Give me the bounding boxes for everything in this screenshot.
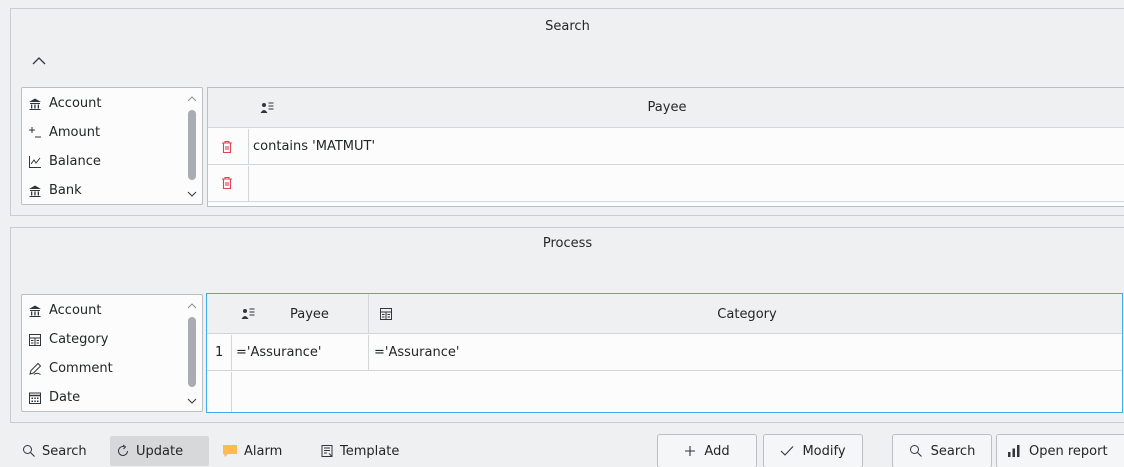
add-button[interactable]: Add bbox=[657, 434, 757, 467]
category-icon bbox=[28, 333, 42, 347]
list-scrollbar[interactable] bbox=[182, 88, 202, 204]
table-row: 1 ='Assurance' ='Assurance' bbox=[207, 335, 1122, 371]
scroll-down-icon[interactable] bbox=[187, 396, 197, 406]
template-icon bbox=[320, 444, 334, 458]
list-item-label: Amount bbox=[49, 125, 101, 140]
process-group-title: Process bbox=[542, 236, 593, 251]
list-item-balance[interactable]: Balance bbox=[22, 147, 202, 176]
open-report-button[interactable]: Open report bbox=[996, 434, 1124, 467]
table-row bbox=[207, 372, 1122, 412]
bank-icon bbox=[28, 97, 42, 111]
payee-cell[interactable] bbox=[231, 372, 1122, 412]
list-item-label: Comment bbox=[49, 361, 113, 376]
criteria-cell[interactable]: contains 'MATMUT' bbox=[248, 129, 1124, 164]
payee-icon bbox=[241, 307, 255, 321]
modify-button[interactable]: Modify bbox=[763, 434, 863, 467]
button-label: Modify bbox=[802, 443, 846, 459]
plus-minus-icon bbox=[28, 126, 42, 140]
button-label: Open report bbox=[1029, 443, 1108, 459]
scroll-down-icon[interactable] bbox=[187, 189, 197, 199]
column-header-category[interactable]: Category bbox=[370, 294, 1122, 334]
delete-trash-icon[interactable] bbox=[220, 176, 234, 190]
list-item-label: Balance bbox=[49, 154, 101, 169]
check-icon bbox=[780, 445, 794, 457]
scrollbar-handle[interactable] bbox=[188, 317, 196, 387]
tab-label: Update bbox=[136, 443, 184, 459]
plus-icon bbox=[684, 445, 696, 457]
criteria-cell[interactable] bbox=[248, 166, 1124, 201]
process-actions-table: Payee Category 1 ='Assurance' ='Assuranc… bbox=[206, 293, 1123, 413]
bar-chart-icon bbox=[1007, 444, 1021, 458]
process-field-list[interactable]: Account Category Comment Date bbox=[21, 294, 203, 412]
table-header: Payee bbox=[208, 88, 1124, 128]
table-header: Payee Category bbox=[207, 294, 1122, 334]
list-item-label: Date bbox=[49, 390, 81, 405]
delete-trash-icon[interactable] bbox=[220, 140, 234, 154]
column-header-payee[interactable]: Payee bbox=[208, 100, 1124, 115]
tab-label: Template bbox=[340, 443, 400, 459]
scrollbar-handle[interactable] bbox=[188, 110, 196, 180]
tab-template[interactable]: Template bbox=[314, 436, 405, 466]
search-group-title: Search bbox=[545, 19, 590, 34]
column-header-label: Payee bbox=[290, 306, 329, 322]
bottom-toolbar: Search Update Alarm Template Add Modify bbox=[0, 432, 1124, 467]
scroll-up-icon[interactable] bbox=[187, 94, 197, 104]
tab-update[interactable]: Update bbox=[110, 436, 209, 466]
list-scrollbar[interactable] bbox=[182, 295, 202, 411]
process-group: Process Account Category Comment Date Pa… bbox=[10, 227, 1124, 423]
list-item-label: Category bbox=[49, 332, 109, 347]
bank-icon bbox=[28, 184, 42, 198]
table-row: contains 'MATMUT' bbox=[208, 129, 1124, 165]
search-field-list[interactable]: Account Amount Balance Bank bbox=[21, 87, 203, 205]
list-item-comment[interactable]: Comment bbox=[22, 354, 202, 383]
search-icon bbox=[22, 444, 36, 458]
list-item-bank[interactable]: Bank bbox=[22, 176, 202, 204]
list-item-date[interactable]: Date bbox=[22, 383, 202, 411]
chart-line-icon bbox=[28, 155, 42, 169]
calendar-icon bbox=[28, 391, 42, 405]
list-item-account[interactable]: Account bbox=[22, 89, 202, 118]
list-item-amount[interactable]: Amount bbox=[22, 118, 202, 147]
tab-alarm[interactable]: Alarm bbox=[216, 436, 288, 466]
list-item-label: Bank bbox=[49, 183, 82, 198]
payee-cell[interactable]: ='Assurance' bbox=[231, 335, 369, 370]
list-item-label: Account bbox=[49, 303, 102, 318]
row-number: 1 bbox=[215, 345, 224, 360]
list-item-label: Account bbox=[49, 96, 102, 111]
search-criteria-table: Payee contains 'MATMUT' bbox=[207, 87, 1124, 207]
button-label: Add bbox=[704, 443, 730, 459]
column-header-payee[interactable]: Payee bbox=[231, 294, 369, 334]
search-group: Search Account Amount Balance Bank Payee… bbox=[10, 8, 1124, 216]
scroll-up-icon[interactable] bbox=[187, 301, 197, 311]
button-label: Search bbox=[930, 443, 976, 459]
table-row bbox=[208, 166, 1124, 202]
search-button[interactable]: Search bbox=[892, 434, 992, 467]
category-cell[interactable]: ='Assurance' bbox=[370, 335, 1122, 370]
column-header-label: Category bbox=[717, 306, 777, 322]
collapse-chevron-up-icon[interactable] bbox=[29, 51, 49, 71]
alarm-icon bbox=[222, 444, 238, 458]
list-item-account[interactable]: Account bbox=[22, 296, 202, 325]
tab-label: Alarm bbox=[244, 443, 283, 459]
list-item-category[interactable]: Category bbox=[22, 325, 202, 354]
tab-search[interactable]: Search bbox=[16, 436, 93, 466]
bank-icon bbox=[28, 304, 42, 318]
pen-icon bbox=[28, 362, 42, 376]
tab-label: Search bbox=[42, 443, 87, 459]
refresh-icon bbox=[116, 444, 130, 458]
search-icon bbox=[909, 444, 923, 458]
